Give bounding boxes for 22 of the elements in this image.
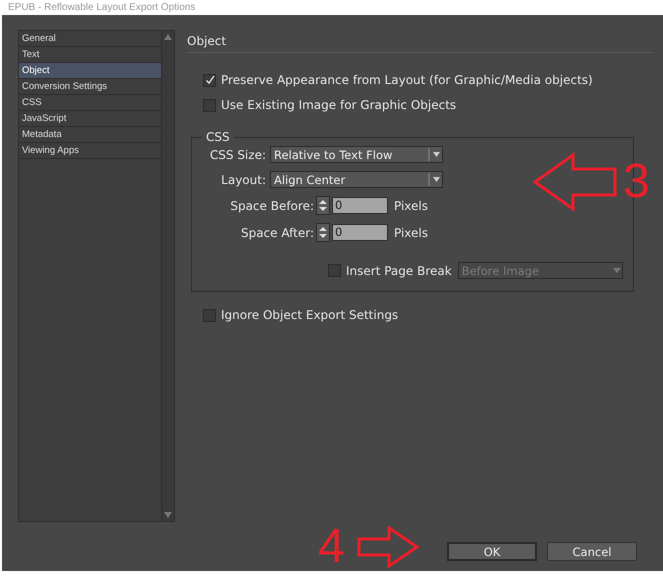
number-field[interactable]: 0 [332,224,388,241]
checkbox-label: Use Existing Image for Graphic Objects [221,98,456,112]
dropdown[interactable]: Relative to Text Flow [270,146,443,163]
unit-label: Pixels [394,226,428,240]
checkbox-label: Ignore Object Export Settings [221,308,398,322]
field-label: CSS Size: [208,148,266,162]
annotation-number: 4 [318,523,345,571]
field-label: Space Before: [229,198,314,212]
number-field[interactable]: 0 [332,197,388,214]
checkbox-label: Insert Page Break [346,264,452,278]
checkbox-label: Preserve Appearance from Layout (for Graphic/Media objects) [221,73,593,87]
dialog-button[interactable]: OK [447,542,537,561]
dialog-button[interactable]: Cancel [547,542,637,561]
group-legend: CSS [202,130,234,144]
annotation-number: 3 [622,158,650,206]
sidebar-item[interactable]: Object [19,63,161,79]
dropdown[interactable]: Align Center [270,171,443,188]
field-label: Space After: [240,226,314,240]
field-label: Layout: [220,172,266,186]
window-title: EPUB - Reflowable Layout Export Options [8,2,196,14]
panel-heading: Object [187,30,654,53]
unit-label: Pixels [394,198,428,212]
